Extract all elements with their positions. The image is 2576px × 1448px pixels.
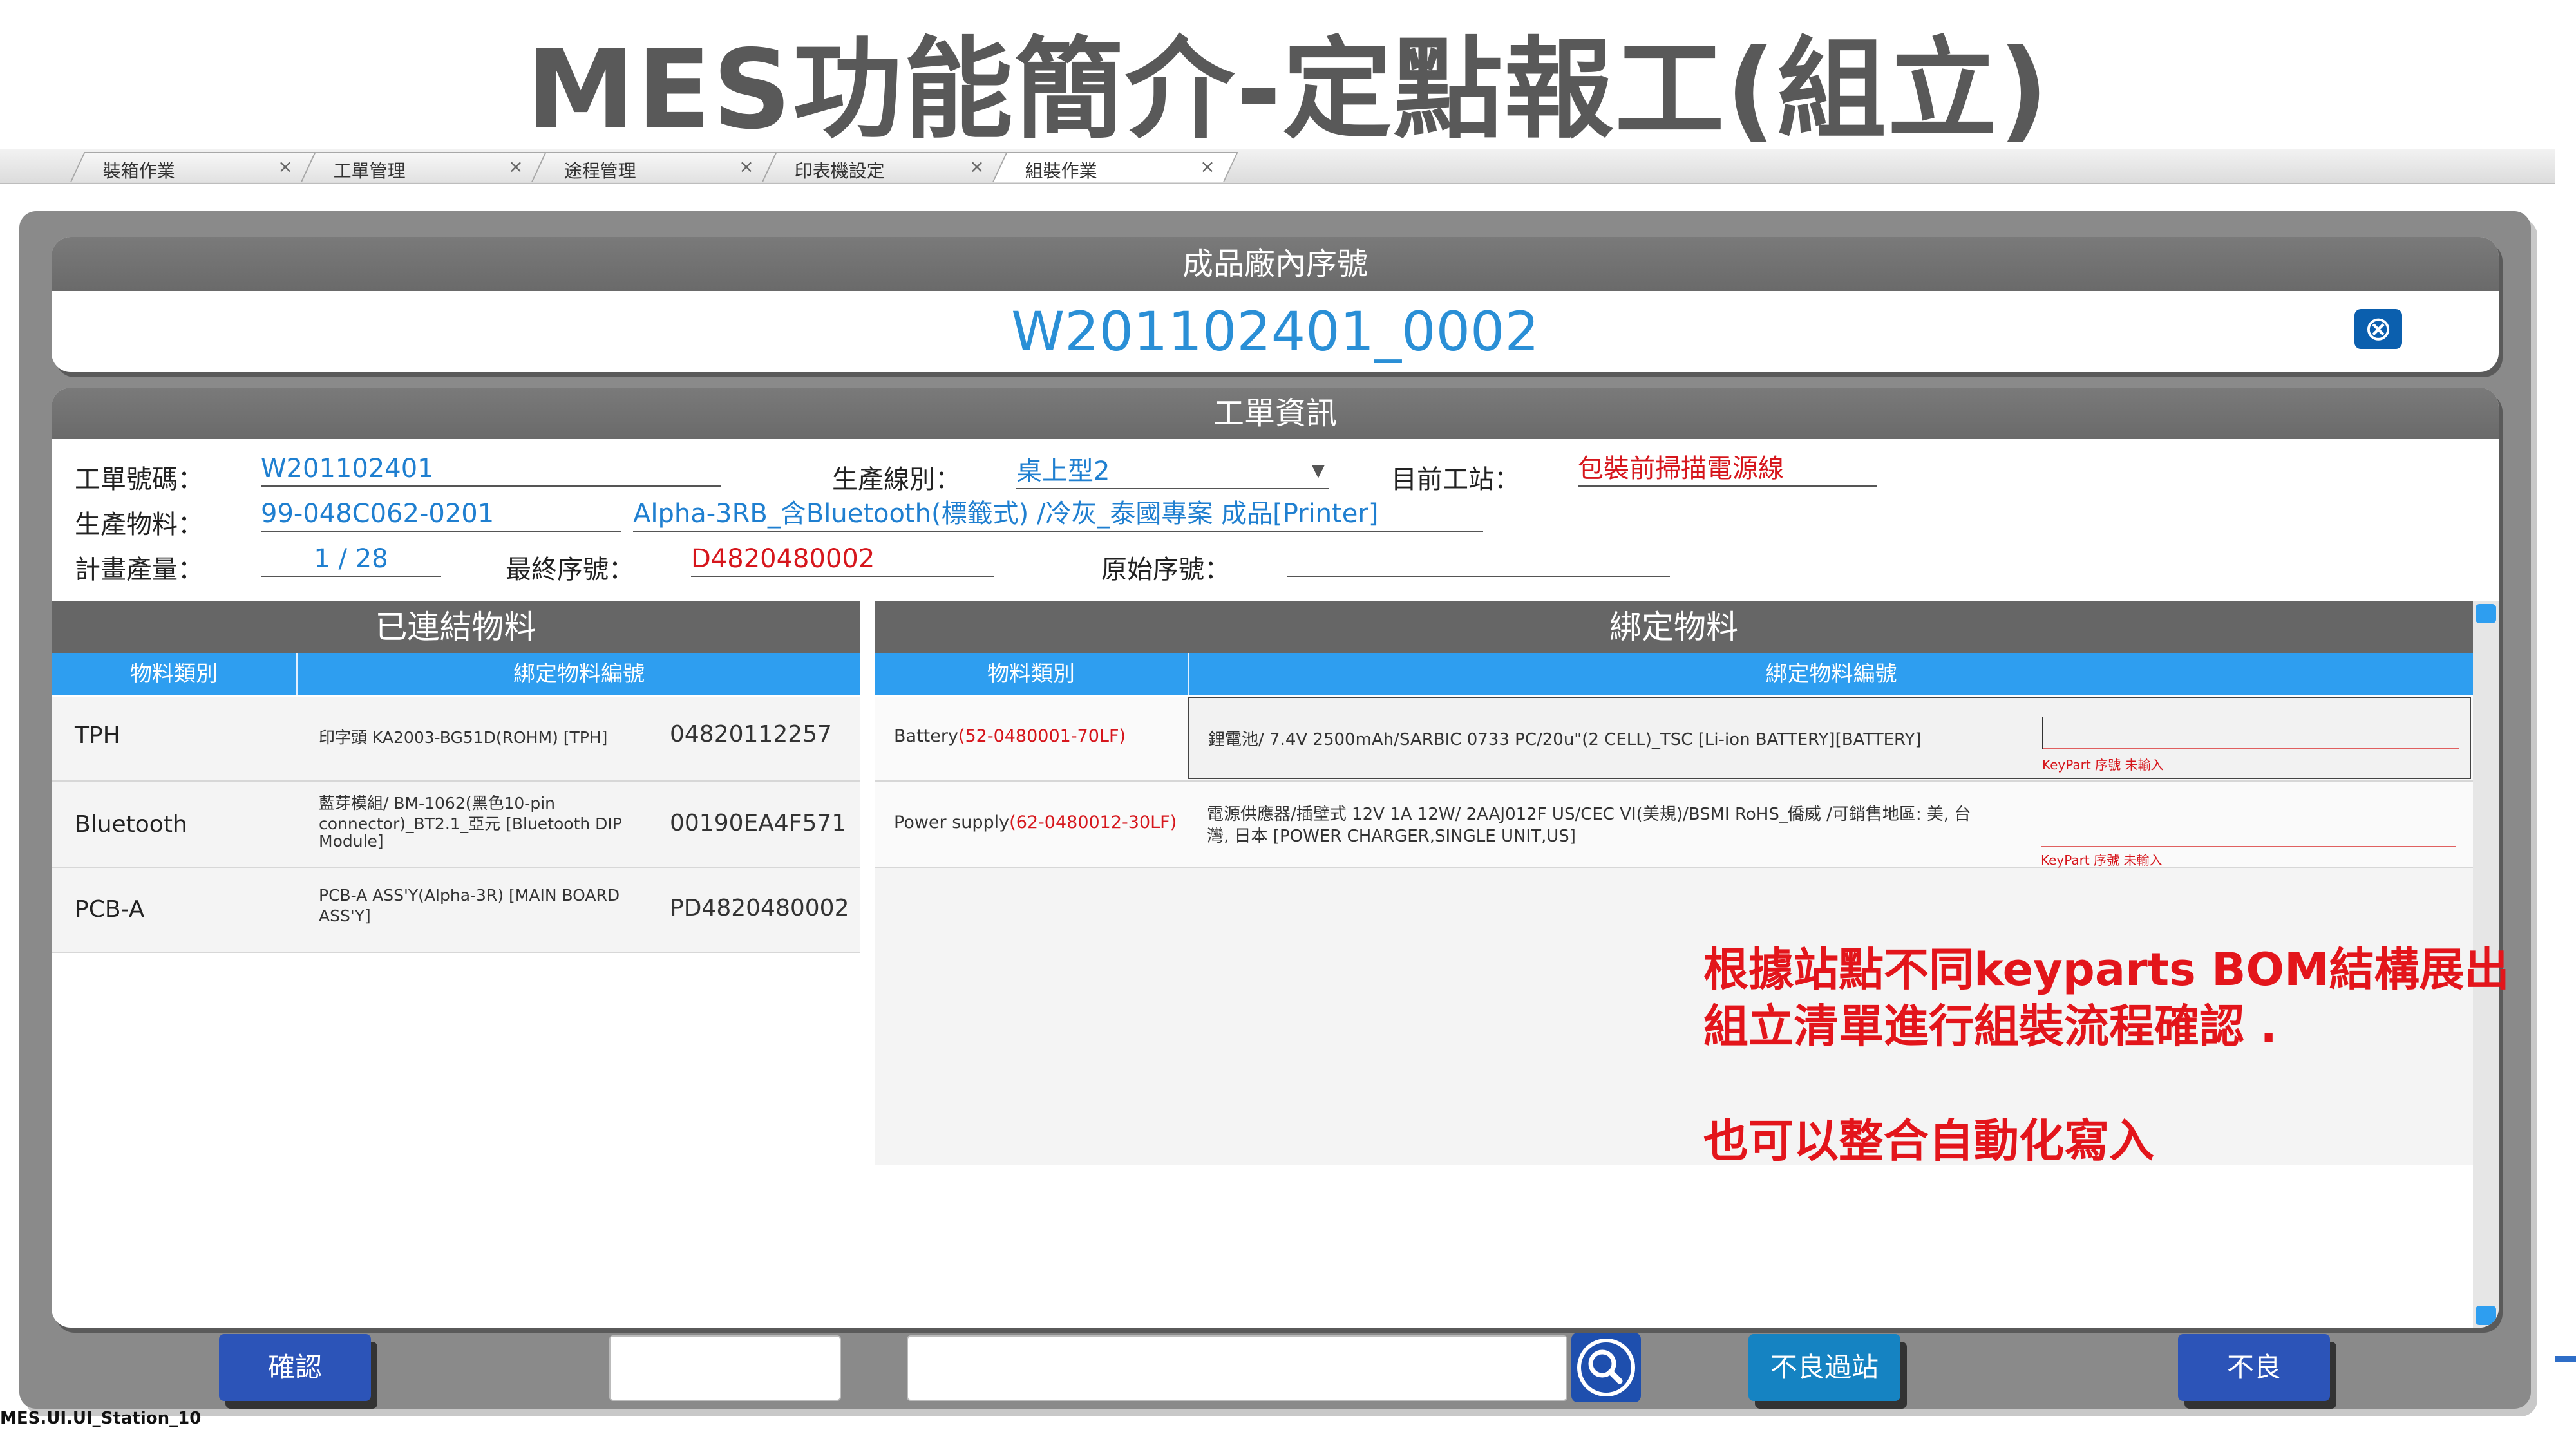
serial-number-input[interactable]: W201102401_0002 <box>52 296 2499 367</box>
station-label: 目前工站： <box>1391 465 1520 494</box>
line-select[interactable]: 桌上型2 ▾ <box>1016 455 1329 489</box>
wo-no-field[interactable]: W201102401 <box>261 452 721 487</box>
qty-label: 計畫產量： <box>75 555 204 585</box>
material-desc-line: 電源供應器/插壁式 12V 1A 12W/ 2AAJ012F US/CEC VI… <box>1207 805 1971 824</box>
scroll-up-button[interactable] <box>2476 604 2496 623</box>
keypart-hint: KeyPart 序號 未輸入 <box>2042 757 2164 773</box>
linked-row[interactable]: Bluetooth 藍芽模組/ BM-1062(黑色10-pin connect… <box>52 782 860 868</box>
binding-materials-title: 綁定物料 <box>875 601 2473 653</box>
confirm-button[interactable]: 確認 <box>219 1334 371 1401</box>
material-desc-line: PCB-A ASS'Y(Alpha-3R) [MAIN BOARD <box>319 886 620 905</box>
material-sn: 00190EA4F571 <box>670 810 847 836</box>
material-sn: PD4820480002 <box>670 895 849 921</box>
col-material-type: 物料類別 <box>130 661 218 687</box>
close-icon[interactable]: × <box>508 156 523 177</box>
material-sn: 04820112257 <box>670 721 832 748</box>
col-bound-sn: 綁定物料編號 <box>513 661 645 687</box>
close-icon[interactable]: × <box>739 156 753 177</box>
material-desc-line: Module] <box>319 832 384 851</box>
final-sn-label: 最終序號： <box>506 555 634 585</box>
tab-assembly[interactable]: 組裝作業 × <box>992 152 1238 182</box>
clear-serial-button[interactable]: ⊗ <box>2354 309 2402 349</box>
serial-header: 成品廠內序號 <box>52 237 2499 291</box>
orig-sn-field[interactable] <box>1287 542 1670 577</box>
keypart-hint: KeyPart 序號 未輸入 <box>2041 852 2163 868</box>
search-button[interactable] <box>1571 1333 1641 1402</box>
keypart-sn-input[interactable] <box>2042 717 2459 749</box>
bad-button[interactable]: 不良 <box>2178 1334 2330 1401</box>
orig-sn-label: 原始序號： <box>1101 555 1230 585</box>
binding-row[interactable]: Battery(52-0480001-70LF) 鋰電池/ 7.4V 2500m… <box>875 697 2473 782</box>
line-value: 桌上型2 <box>1016 456 1110 486</box>
bad-pass-button[interactable]: 不良過站 <box>1748 1334 1900 1401</box>
close-icon[interactable]: × <box>969 156 984 177</box>
station-field: 包裝前掃描電源線 <box>1578 452 1877 487</box>
note-line-2: 組立清單進行組裝流程確認 . <box>1703 1000 2277 1053</box>
material-type: Power supply(62-0480012-30LF) <box>894 813 1177 832</box>
material-desc: 印字頭 KA2003-BG51D(ROHM) [TPH] <box>319 728 608 747</box>
tab-label: 途程管理 <box>564 160 636 182</box>
tab-strip: 裝箱作業 × 工單管理 × 途程管理 × 印表機設定 × 組裝作業 × <box>0 149 2555 184</box>
linked-row[interactable]: PCB-A PCB-A ASS'Y(Alpha-3R) [MAIN BOARD … <box>52 868 860 953</box>
work-order-header: 工單資訊 <box>52 388 2499 439</box>
linked-materials-title: 已連結物料 <box>52 601 860 653</box>
material-desc-line: 灣, 日本 [POWER CHARGER,SINGLE UNIT,US] <box>1207 827 1576 846</box>
tab-routing[interactable]: 途程管理 × <box>531 152 777 182</box>
material-type: TPH <box>75 722 120 749</box>
clear-icon: ⊗ <box>2364 310 2392 348</box>
linked-row[interactable]: TPH 印字頭 KA2003-BG51D(ROHM) [TPH] 0482011… <box>52 697 860 782</box>
app-id-label: MES.UI.UI_Station_10 <box>0 1409 202 1428</box>
final-sn-field: D4820480002 <box>691 542 994 577</box>
work-order-panel: 工單資訊 工單號碼： W201102401 生產線別： 桌上型2 ▾ 目前工站：… <box>52 388 2499 1328</box>
serial-panel: 成品廠內序號 W201102401_0002 ⊗ <box>52 237 2499 372</box>
binding-materials-header: 物料類別 綁定物料編號 <box>875 653 2473 695</box>
material-desc: 鋰電池/ 7.4V 2500mAh/SARBIC 0733 PC/20u"(2 … <box>1208 730 1922 749</box>
binding-row[interactable]: Power supply(62-0480012-30LF) 電源供應器/插壁式 … <box>875 782 2473 868</box>
material-label: 生產物料： <box>75 510 204 540</box>
scroll-down-button[interactable] <box>2476 1306 2496 1325</box>
tab-label: 印表機設定 <box>794 160 885 182</box>
material-desc-line: connector)_BT2.1_亞元 [Bluetooth DIP <box>319 814 622 833</box>
slide-title: MES功能簡介-定點報工(組立) <box>526 26 2050 154</box>
wo-no-label: 工單號碼： <box>75 465 204 494</box>
binding-cell: 鋰電池/ 7.4V 2500mAh/SARBIC 0733 PC/20u"(2 … <box>1188 697 2471 779</box>
col-material-type: 物料類別 <box>987 661 1075 687</box>
material-desc-line: 藍芽模組/ BM-1062(黑色10-pin <box>319 794 555 813</box>
keypart-sn-input[interactable] <box>2041 815 2456 847</box>
material-code: (62-0480012-30LF) <box>1009 813 1177 832</box>
tab-packing[interactable]: 裝箱作業 × <box>70 152 316 182</box>
line-label: 生產線別： <box>832 465 961 494</box>
edge-marker <box>2555 1356 2576 1362</box>
material-code-field: 99-048C062-0201 <box>261 497 621 532</box>
chevron-down-icon: ▾ <box>1311 455 1325 485</box>
close-icon[interactable]: × <box>278 156 292 177</box>
material-desc-line: ASS'Y] <box>319 907 371 925</box>
close-icon[interactable]: × <box>1200 156 1215 177</box>
tab-label: 組裝作業 <box>1025 160 1097 182</box>
col-bound-sn: 綁定物料編號 <box>1765 661 1897 687</box>
material-desc-field: Alpha-3RB_含Bluetooth(標籤式) /冷灰_泰國專案 成品[Pr… <box>633 497 1483 532</box>
quantity-input[interactable] <box>609 1335 841 1401</box>
tab-label: 裝箱作業 <box>102 160 175 182</box>
note-line-1: 根據站點不同keyparts BOM結構展出 <box>1703 943 2510 996</box>
search-icon <box>1577 1339 1635 1396</box>
material-type: Battery(52-0480001-70LF) <box>894 726 1126 746</box>
linked-materials-header: 物料類別 綁定物料編號 <box>52 653 860 695</box>
qty-field: 1 / 28 <box>261 542 441 577</box>
note-line-3: 也可以整合自動化寫入 <box>1703 1114 2154 1167</box>
scan-input[interactable] <box>907 1335 1567 1401</box>
tab-printer-settings[interactable]: 印表機設定 × <box>762 152 1008 182</box>
material-type: PCB-A <box>75 896 145 923</box>
tab-work-order[interactable]: 工單管理 × <box>301 152 547 182</box>
material-code: (52-0480001-70LF) <box>958 726 1126 746</box>
tab-label: 工單管理 <box>333 160 406 182</box>
material-type: Bluetooth <box>75 811 187 838</box>
